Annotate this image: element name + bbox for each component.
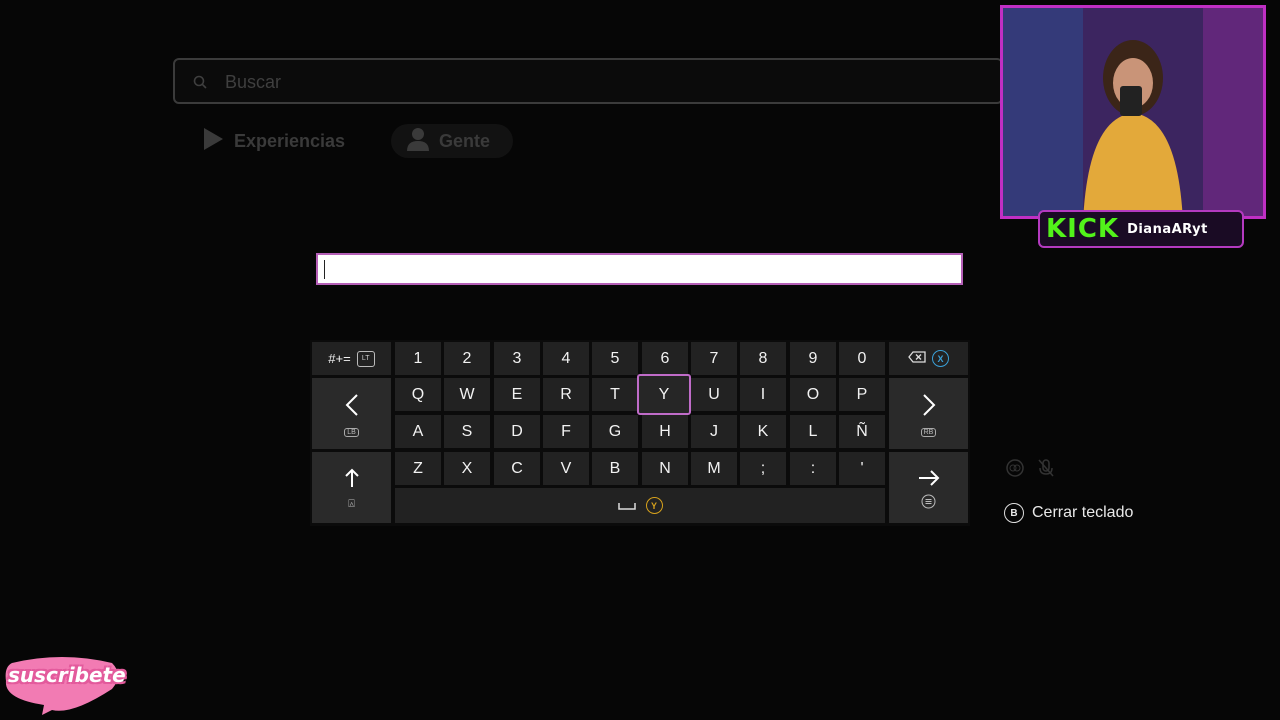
- mic-muted-icon[interactable]: [1037, 458, 1055, 482]
- key-c[interactable]: C: [494, 452, 540, 485]
- on-screen-keyboard: #+= LT 1 2 3 4 5 6 7 8 9 0 X LB Q W E R …: [310, 340, 970, 526]
- key-colon[interactable]: :: [790, 452, 836, 485]
- menu-button-icon: [889, 494, 968, 511]
- enter-key[interactable]: [889, 452, 968, 523]
- key-i[interactable]: I: [740, 378, 786, 411]
- backspace-key[interactable]: X: [889, 342, 968, 375]
- filter-people[interactable]: Gente: [391, 124, 513, 158]
- key-g[interactable]: G: [592, 415, 638, 448]
- key-v[interactable]: V: [543, 452, 589, 485]
- key-o[interactable]: O: [790, 378, 836, 411]
- key-1[interactable]: 1: [395, 342, 441, 375]
- key-h[interactable]: H: [642, 415, 688, 448]
- key-t[interactable]: T: [592, 378, 638, 411]
- key-4[interactable]: 4: [543, 342, 589, 375]
- chevron-right-icon: [922, 393, 936, 422]
- key-y-focused[interactable]: Y: [637, 374, 691, 415]
- key-j[interactable]: J: [691, 415, 737, 448]
- key-7[interactable]: 7: [691, 342, 737, 375]
- key-s[interactable]: S: [444, 415, 490, 448]
- key-5[interactable]: 5: [592, 342, 638, 375]
- keyboard-text-field[interactable]: [316, 253, 963, 285]
- key-r[interactable]: R: [543, 378, 589, 411]
- search-input[interactable]: Buscar: [173, 58, 1003, 104]
- arrow-right-icon: [918, 469, 940, 492]
- key-m[interactable]: M: [691, 452, 737, 485]
- key-u[interactable]: U: [691, 378, 737, 411]
- chevron-left-icon: [345, 393, 359, 422]
- filter-experiences[interactable]: Experiencias: [202, 124, 345, 158]
- webcam-overlay: KICK DianaARyt: [986, 0, 1280, 258]
- rb-bumper-icon: RB: [889, 426, 968, 437]
- text-caret: [324, 260, 325, 279]
- key-3[interactable]: 3: [494, 342, 540, 375]
- key-a[interactable]: A: [395, 415, 441, 448]
- streamer-handle: DianaARyt: [1127, 221, 1208, 237]
- filter-people-label: Gente: [439, 130, 491, 151]
- voice-controls: [1005, 458, 1055, 482]
- webcam-video: [1000, 5, 1266, 219]
- key-b[interactable]: B: [592, 452, 638, 485]
- left-stick-icon: ⍓: [348, 498, 355, 510]
- key-f[interactable]: F: [543, 415, 589, 448]
- key-apostrophe[interactable]: ': [839, 452, 885, 485]
- shift-key[interactable]: ⍓: [312, 452, 391, 523]
- lt-trigger-icon: LT: [356, 350, 375, 367]
- key-semicolon[interactable]: ;: [740, 452, 786, 485]
- key-k[interactable]: K: [740, 415, 786, 448]
- key-e[interactable]: E: [494, 378, 540, 411]
- key-z[interactable]: Z: [395, 452, 441, 485]
- cursor-left-key[interactable]: LB: [312, 378, 391, 449]
- key-0[interactable]: 0: [839, 342, 885, 375]
- cursor-right-key[interactable]: RB: [889, 378, 968, 449]
- stream-banner: KICK DianaARyt: [1038, 210, 1244, 248]
- key-x[interactable]: X: [444, 452, 490, 485]
- key-n-tilde[interactable]: Ñ: [839, 415, 885, 448]
- kick-logo: KICK: [1046, 214, 1120, 244]
- subscribe-sticker: suscribete: [2, 655, 126, 715]
- filter-experiences-label: Experiencias: [234, 130, 346, 151]
- b-button-icon: B: [1004, 503, 1024, 523]
- link-icon[interactable]: [1005, 458, 1025, 482]
- arrow-up-icon: [344, 468, 360, 493]
- backspace-icon: [908, 350, 926, 368]
- x-button-icon: X: [932, 350, 949, 367]
- key-9[interactable]: 9: [790, 342, 836, 375]
- lb-bumper-icon: LB: [312, 426, 391, 437]
- symbols-key[interactable]: #+= LT: [312, 342, 391, 375]
- y-button-icon: Y: [645, 497, 663, 514]
- key-2[interactable]: 2: [444, 342, 490, 375]
- person-icon: [407, 127, 429, 156]
- key-l[interactable]: L: [790, 415, 836, 448]
- key-d[interactable]: D: [494, 415, 540, 448]
- key-8[interactable]: 8: [740, 342, 786, 375]
- space-bar-icon: [617, 497, 636, 515]
- subscribe-text: suscribete: [8, 663, 126, 687]
- play-icon: [202, 127, 224, 156]
- close-keyboard-label: Cerrar teclado: [1032, 504, 1134, 521]
- symbols-key-label: #+=: [328, 351, 351, 366]
- search-placeholder: Buscar: [225, 72, 282, 92]
- key-6[interactable]: 6: [642, 342, 688, 375]
- key-n[interactable]: N: [642, 452, 688, 485]
- space-key[interactable]: Y: [395, 488, 885, 523]
- search-icon: [193, 74, 207, 93]
- key-p[interactable]: P: [839, 378, 885, 411]
- key-w[interactable]: W: [444, 378, 490, 411]
- key-q[interactable]: Q: [395, 378, 441, 411]
- close-keyboard-hint[interactable]: B Cerrar teclado: [1004, 503, 1133, 523]
